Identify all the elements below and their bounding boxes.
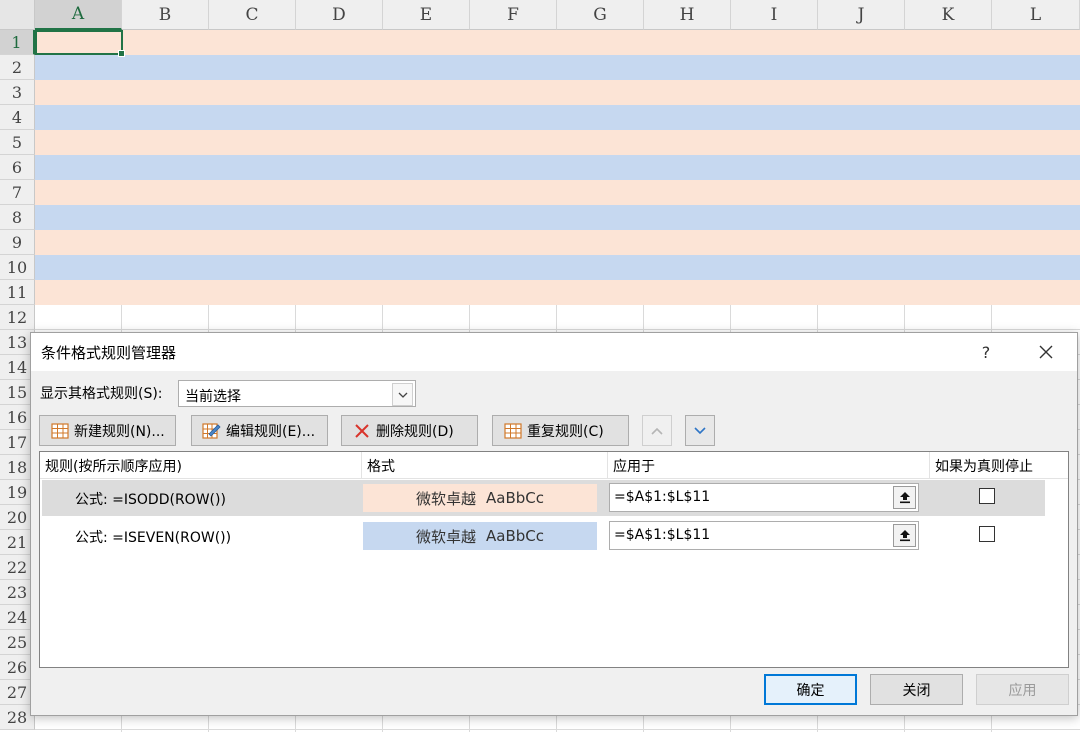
- row-header-7[interactable]: 7: [0, 180, 35, 205]
- formatted-row-band: [35, 155, 1080, 180]
- formatted-row-band: [35, 30, 1080, 55]
- formatted-row-band: [35, 230, 1080, 255]
- column-header-b[interactable]: B: [122, 0, 209, 30]
- stop-if-true-checkbox[interactable]: [979, 488, 995, 504]
- stop-if-true-checkbox[interactable]: [979, 526, 995, 542]
- column-header-j[interactable]: J: [818, 0, 905, 30]
- format-preview-en: AaBbCc: [486, 527, 544, 545]
- column-header-e[interactable]: E: [383, 0, 470, 30]
- applies-to-value: =$A$1:$L$11: [614, 489, 711, 505]
- row-header-9[interactable]: 9: [0, 230, 35, 255]
- row-header-11[interactable]: 11: [0, 280, 35, 305]
- column-header-applies-to: 应用于: [608, 452, 930, 479]
- formatted-row-band: [35, 280, 1080, 305]
- column-header-l[interactable]: L: [992, 0, 1080, 30]
- rule-row[interactable]: 公式: =ISEVEN(ROW()) 微软卓越 AaBbCc =$A$1:$L$…: [42, 518, 1045, 554]
- row-header-6[interactable]: 6: [0, 155, 35, 180]
- column-header-format: 格式: [362, 452, 608, 479]
- show-rules-value: 当前选择: [185, 389, 241, 405]
- rule-name: 公式: =ISODD(ROW()): [75, 492, 226, 508]
- edit-rule-button[interactable]: 编辑规则(E)...: [191, 415, 328, 446]
- ok-button[interactable]: 确定: [764, 674, 857, 705]
- column-header-rule: 规则(按所示顺序应用): [40, 452, 362, 479]
- row-header-2[interactable]: 2: [0, 55, 35, 80]
- active-cell-a1[interactable]: [35, 30, 125, 57]
- delete-rule-label: 删除规则(D): [376, 423, 454, 440]
- format-preview-cn: 微软卓越: [415, 527, 476, 546]
- chevron-down-icon: [694, 423, 706, 439]
- applies-to-input[interactable]: =$A$1:$L$11: [609, 521, 919, 550]
- close-button[interactable]: 关闭: [870, 674, 963, 705]
- formatted-row-band: [35, 205, 1080, 230]
- column-header-c[interactable]: C: [209, 0, 296, 30]
- edit-rule-icon: [202, 421, 222, 441]
- format-preview: 微软卓越 AaBbCc: [363, 484, 597, 512]
- formatted-row-band: [35, 105, 1080, 130]
- formatted-row-band: [35, 180, 1080, 205]
- collapse-dialog-icon[interactable]: [893, 486, 916, 509]
- row-header-5[interactable]: 5: [0, 130, 35, 155]
- move-up-button[interactable]: [642, 415, 672, 446]
- edit-rule-label: 编辑规则(E)...: [226, 423, 316, 440]
- column-header-i[interactable]: I: [731, 0, 818, 30]
- help-button[interactable]: ?: [971, 339, 1001, 365]
- format-preview: 微软卓越 AaBbCc: [363, 522, 597, 550]
- applies-to-value: =$A$1:$L$11: [614, 527, 711, 543]
- new-rule-button[interactable]: 新建规则(N)...: [39, 415, 176, 446]
- close-icon[interactable]: [1029, 338, 1063, 366]
- row-header-10[interactable]: 10: [0, 255, 35, 280]
- column-header-k[interactable]: K: [905, 0, 992, 30]
- duplicate-rule-label: 重复规则(C): [527, 423, 604, 440]
- chevron-down-icon[interactable]: [392, 383, 413, 406]
- format-preview-en: AaBbCc: [486, 489, 544, 507]
- column-header-stop-if-true: 如果为真则停止: [930, 452, 1068, 479]
- rule-name: 公式: =ISEVEN(ROW()): [75, 530, 232, 546]
- show-rules-label: 显示其格式规则(S):: [40, 386, 163, 402]
- column-header-d[interactable]: D: [296, 0, 383, 30]
- formatted-row-band: [35, 55, 1080, 80]
- row-header-1[interactable]: 1: [0, 30, 35, 55]
- show-rules-select[interactable]: 当前选择: [178, 380, 416, 407]
- select-all-corner[interactable]: [0, 0, 35, 30]
- apply-button[interactable]: 应用: [976, 674, 1069, 705]
- delete-rule-button[interactable]: 删除规则(D): [341, 415, 478, 446]
- formatted-row-band: [35, 130, 1080, 155]
- column-header-h[interactable]: H: [644, 0, 731, 30]
- gridline: [35, 729, 1080, 730]
- delete-icon: [352, 421, 372, 441]
- move-down-button[interactable]: [685, 415, 715, 446]
- conditional-formatting-rules-manager-dialog: 条件格式规则管理器 ? 显示其格式规则(S): 当前选择 新建规则(N)... …: [30, 332, 1078, 716]
- duplicate-rule-icon: [503, 421, 523, 441]
- column-header-f[interactable]: F: [470, 0, 557, 30]
- collapse-dialog-icon[interactable]: [893, 524, 916, 547]
- row-header-12[interactable]: 12: [0, 305, 35, 330]
- applies-to-input[interactable]: =$A$1:$L$11: [609, 483, 919, 512]
- gridline: [35, 329, 1080, 330]
- rule-row[interactable]: 公式: =ISODD(ROW()) 微软卓越 AaBbCc =$A$1:$L$1…: [42, 480, 1045, 516]
- dialog-title: 条件格式规则管理器: [41, 344, 177, 362]
- chevron-up-icon: [651, 423, 663, 439]
- new-rule-icon: [50, 421, 70, 441]
- rules-list: 规则(按所示顺序应用) 格式 应用于 如果为真则停止 公式: =ISODD(RO…: [39, 451, 1069, 668]
- dialog-titlebar: 条件格式规则管理器 ?: [31, 333, 1077, 371]
- new-rule-label: 新建规则(N)...: [74, 423, 165, 440]
- row-header-4[interactable]: 4: [0, 105, 35, 130]
- column-header-g[interactable]: G: [557, 0, 644, 30]
- duplicate-rule-button[interactable]: 重复规则(C): [492, 415, 629, 446]
- format-preview-cn: 微软卓越: [415, 489, 476, 508]
- row-header-3[interactable]: 3: [0, 80, 35, 105]
- formatted-row-band: [35, 255, 1080, 280]
- row-header-8[interactable]: 8: [0, 205, 35, 230]
- formatted-row-band: [35, 80, 1080, 105]
- column-header-a[interactable]: A: [35, 0, 122, 30]
